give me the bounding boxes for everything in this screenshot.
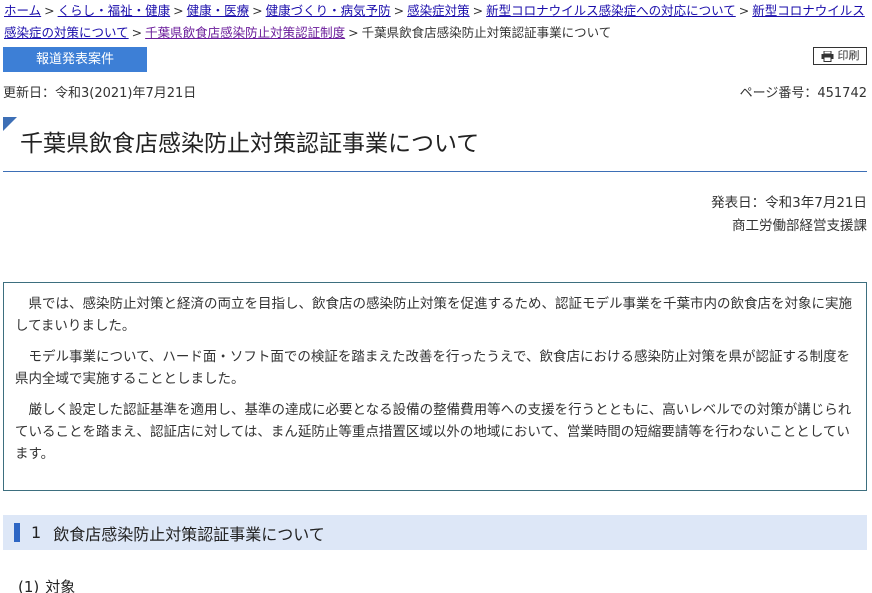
- breadcrumb-separator: >: [472, 3, 484, 18]
- section-heading: 1 飲食店感染防止対策認証事業について: [3, 515, 867, 550]
- breadcrumb-link-health-medical[interactable]: 健康・医療: [187, 3, 250, 18]
- section-bar-decoration: [14, 523, 20, 542]
- intro-box: 県では、感染防止対策と経済の両立を目指し、飲食店の感染防止対策を促進するため、認…: [3, 282, 867, 491]
- breadcrumb-separator: >: [738, 3, 750, 18]
- breadcrumb-link-certification[interactable]: 千葉県飲食店感染防止対策認証制度: [145, 25, 345, 40]
- breadcrumb-link-life[interactable]: くらし・福祉・健康: [58, 3, 171, 18]
- print-button-label: 印刷: [837, 50, 860, 62]
- department: 商工労働部経営支援課: [732, 218, 867, 234]
- breadcrumb-link-prevention[interactable]: 健康づくり・病気予防: [266, 3, 391, 18]
- breadcrumb: ホーム > くらし・福祉・健康 > 健康・医療 > 健康づくり・病気予防 > 感染症対策 > 新型コ…: [4, 0, 866, 44]
- title-corner-mark: [3, 117, 17, 131]
- press-release-label: 報道発表案件: [3, 47, 147, 72]
- intro-paragraph: 県では、感染防止対策と経済の両立を目指し、飲食店の感染防止対策を促進するため、認…: [15, 296, 852, 334]
- subsection-number: (1): [18, 578, 40, 593]
- breadcrumb-current: 千葉県飲食店感染防止対策認証事業について: [361, 25, 612, 40]
- breadcrumb-separator: >: [393, 3, 405, 18]
- breadcrumb-link-home[interactable]: ホーム: [4, 3, 41, 18]
- title-divider: [3, 171, 867, 172]
- breadcrumb-separator: >: [131, 25, 143, 40]
- subsection-title: 対象: [45, 578, 76, 593]
- print-button[interactable]: 印刷: [813, 47, 867, 65]
- intro-paragraph: モデル事業について、ハード面・ソフト面での検証を踏まえた改善を行ったうえで、飲食…: [15, 349, 850, 387]
- published-date: 発表日：令和3年7月21日: [711, 195, 867, 211]
- subsection-heading: (1) 対象: [18, 576, 75, 593]
- breadcrumb-separator: >: [44, 3, 55, 18]
- section-number: 1: [31, 523, 42, 542]
- breadcrumb-separator: >: [348, 25, 359, 40]
- updated-date: 更新日：令和3(2021)年7月21日: [3, 86, 197, 101]
- printer-icon: [821, 50, 833, 62]
- breadcrumb-separator: >: [252, 3, 263, 18]
- breadcrumb-link-infection[interactable]: 感染症対策: [407, 3, 470, 18]
- intro-paragraph: 厳しく設定した認証基準を適用し、基準の達成に必要となる設備の整備費用等への支援を…: [15, 402, 852, 462]
- section-title: 飲食店感染防止対策認証事業について: [53, 524, 325, 544]
- page-title: 千葉県飲食店感染防止対策認証事業について: [20, 131, 480, 157]
- page-number: ページ番号：451742: [739, 86, 867, 101]
- breadcrumb-link-covid-response[interactable]: 新型コロナウイルス感染症への対応について: [486, 3, 736, 18]
- breadcrumb-separator: >: [173, 3, 184, 18]
